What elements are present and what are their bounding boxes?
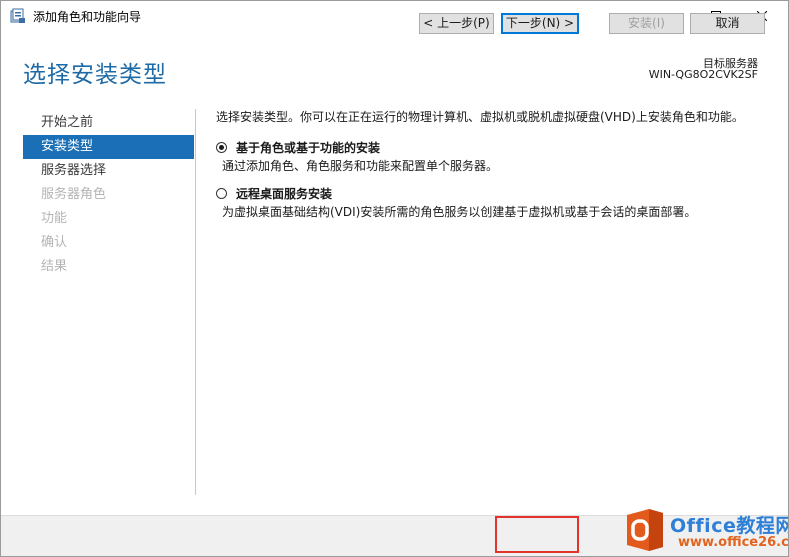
option-remote-desktop[interactable]: 远程桌面服务安装 为虚拟桌面基础结构(VDI)安装所需的角色服务以创建基于虚拟机… <box>216 185 776 221</box>
nav-item-server-roles: 服务器角色 <box>41 187 107 202</box>
nav-item-confirmation: 确认 <box>41 235 68 250</box>
office-logo-icon <box>623 507 667 553</box>
nav-divider <box>195 109 196 495</box>
nav-item-results: 结果 <box>41 259 68 274</box>
watermark: Office教程网 www.office26.com <box>618 507 789 556</box>
watermark-title: Office教程网 <box>670 515 789 537</box>
radio-remote-desktop[interactable] <box>216 188 227 199</box>
option-remote-desktop-description: 为虚拟桌面基础结构(VDI)安装所需的角色服务以创建基于虚拟机或基于会话的桌面部… <box>222 205 697 219</box>
option-role-based-label[interactable]: 基于角色或基于功能的安装 <box>236 139 776 157</box>
intro-text: 选择安装类型。你可以在正在运行的物理计算机、虚拟机或脱机虚拟硬盘(VHD)上安装… <box>216 110 744 124</box>
window-title: 添加角色和功能向导 <box>33 10 142 24</box>
watermark-url: www.office26.com <box>678 535 789 550</box>
server-manager-icon <box>10 8 26 24</box>
install-button: 安装(I) <box>609 13 684 34</box>
option-role-based[interactable]: 基于角色或基于功能的安装 通过添加角色、角色服务和功能来配置单个服务器。 <box>216 139 776 175</box>
content-panel: 选择安装类型。你可以在正在运行的物理计算机、虚拟机或脱机虚拟硬盘(VHD)上安装… <box>216 108 776 221</box>
nav-item-server-selection[interactable]: 服务器选择 <box>23 159 194 183</box>
wizard-window: 添加角色和功能向导 选择安装类型 目标服务器 WIN-QG8O2CVK2SF 开… <box>0 0 789 557</box>
nav-item-features: 功能 <box>41 211 68 226</box>
radio-role-based[interactable] <box>216 142 227 153</box>
cancel-button[interactable]: 取消 <box>690 13 765 34</box>
wizard-nav: 开始之前 安装类型 服务器选择 服务器角色 功能 确认 结果 <box>23 111 194 279</box>
next-button-highlight <box>495 516 579 553</box>
page-title: 选择安装类型 <box>23 62 167 88</box>
previous-button[interactable]: < 上一步(P) <box>419 13 494 34</box>
next-button[interactable]: 下一步(N) > <box>501 13 579 34</box>
destination-server-value: WIN-QG8O2CVK2SF <box>648 68 758 81</box>
option-remote-desktop-label[interactable]: 远程桌面服务安装 <box>236 185 776 203</box>
nav-item-installation-type[interactable]: 安装类型 <box>23 135 194 159</box>
option-role-based-description: 通过添加角色、角色服务和功能来配置单个服务器。 <box>222 159 499 173</box>
nav-item-before-you-begin[interactable]: 开始之前 <box>23 111 194 135</box>
